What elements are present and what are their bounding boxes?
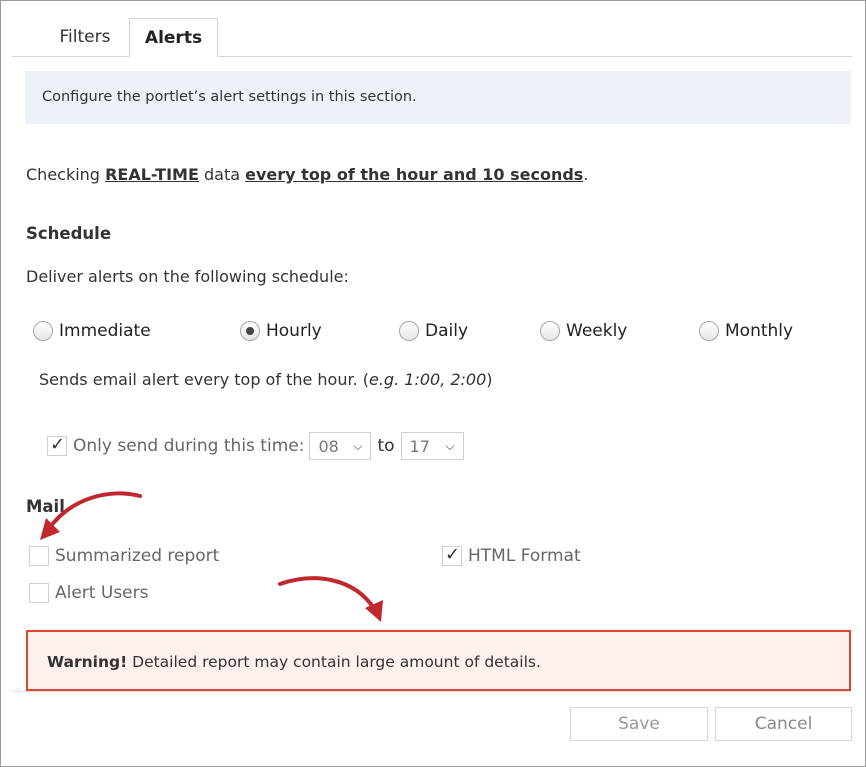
summarized-report-checkbox[interactable] [29, 546, 49, 566]
radio-label-immediate: Immediate [59, 321, 151, 341]
only-send-label: Only send during this time: [73, 436, 305, 456]
only-send-checkbox[interactable] [47, 434, 67, 456]
warning-message: Detailed report may contain large amount… [127, 653, 541, 671]
realtime-link[interactable]: REAL-TIME [105, 165, 199, 184]
checking-line: Checking REAL-TIME data every top of the… [26, 165, 588, 184]
alert-users-checkbox[interactable] [29, 583, 49, 603]
warning-box: Warning! Detailed report may contain lar… [26, 630, 851, 691]
radio-circle-selected[interactable] [240, 321, 260, 341]
radio-daily[interactable]: Daily [399, 319, 468, 343]
radio-label-weekly: Weekly [566, 321, 628, 341]
html-format-row[interactable]: HTML Format [442, 544, 581, 566]
tab-alerts[interactable]: Alerts [129, 18, 218, 57]
save-button[interactable]: Save [570, 707, 708, 741]
radio-label-monthly: Monthly [725, 321, 794, 341]
alert-users-label: Alert Users [55, 583, 149, 603]
footer-divider [12, 691, 852, 692]
radio-circle[interactable] [399, 321, 419, 341]
to-label: to [377, 436, 395, 456]
from-hour-select[interactable]: 08 ⌵ [309, 432, 372, 460]
info-box: Configure the portlet’s alert settings i… [25, 71, 851, 124]
chevron-down-icon: ⌵ [353, 438, 363, 453]
summarized-report-row[interactable]: Summarized report [29, 546, 219, 566]
checking-middle: data [204, 165, 241, 184]
radio-label-daily: Daily [425, 321, 469, 341]
radio-circle[interactable] [33, 321, 53, 341]
info-text: Configure the portlet’s alert settings i… [42, 89, 417, 105]
radio-circle[interactable] [699, 321, 719, 341]
sends-description: Sends email alert every top of the hour.… [39, 370, 493, 389]
schedule-title: Schedule [26, 224, 112, 243]
radio-hourly[interactable]: Hourly [240, 319, 322, 343]
radio-weekly[interactable]: Weekly [540, 319, 627, 343]
sends-suffix: ) [486, 370, 493, 389]
chevron-down-icon: ⌵ [445, 438, 455, 453]
summarized-report-label: Summarized report [55, 546, 220, 566]
tab-filters[interactable]: Filters [42, 18, 128, 56]
warning-strong: Warning! [47, 653, 128, 671]
radio-label-hourly: Hourly [266, 321, 322, 341]
cancel-button[interactable]: Cancel [715, 707, 852, 741]
from-hour-value: 08 [318, 436, 339, 456]
mail-title: Mail [26, 497, 65, 516]
html-format-checkbox[interactable] [442, 544, 462, 566]
checking-suffix: . [583, 165, 589, 184]
warning-text: Warning! Detailed report may contain lar… [47, 653, 541, 671]
alert-users-row[interactable]: Alert Users [29, 583, 148, 603]
radio-monthly[interactable]: Monthly [699, 319, 793, 343]
radio-immediate[interactable]: Immediate [33, 319, 151, 343]
html-format-label: HTML Format [468, 546, 581, 566]
only-send-row: Only send during this time: 08 ⌵ to 17 ⌵ [47, 432, 464, 460]
to-hour-value: 17 [409, 436, 430, 456]
radio-circle[interactable] [540, 321, 560, 341]
checking-prefix: Checking [26, 165, 100, 184]
frequency-link[interactable]: every top of the hour and 10 seconds [245, 165, 583, 184]
sends-prefix: Sends email alert every top of the hour.… [39, 370, 369, 389]
sends-example: e.g. 1:00, 2:00 [369, 370, 487, 389]
schedule-description: Deliver alerts on the following schedule… [26, 267, 349, 286]
to-hour-select[interactable]: 17 ⌵ [400, 432, 464, 460]
